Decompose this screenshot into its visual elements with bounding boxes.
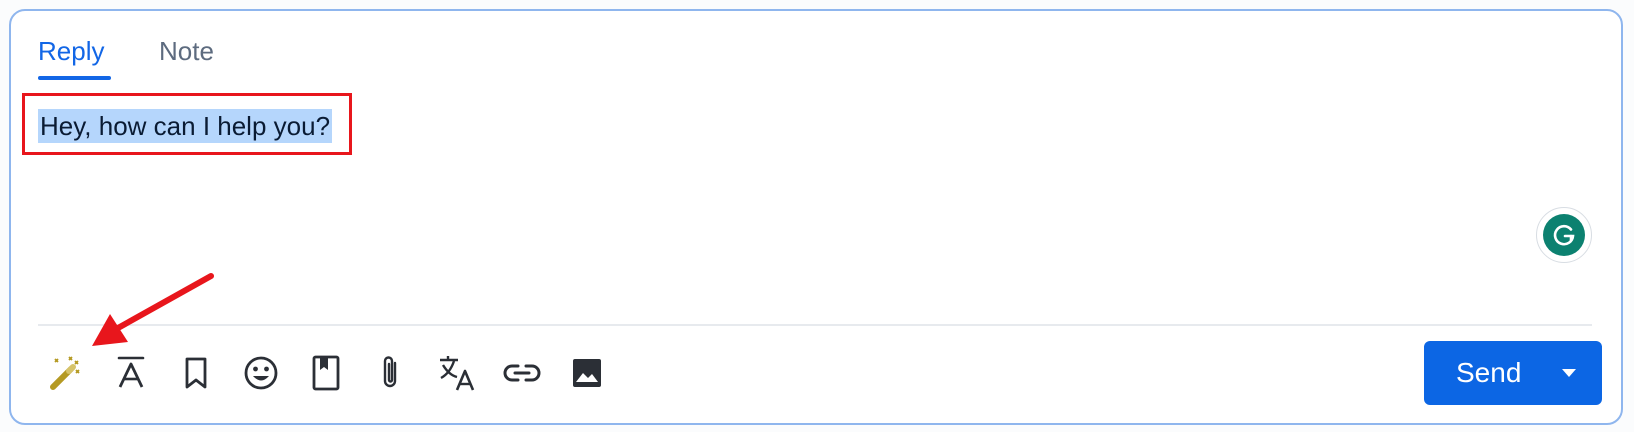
knowledge-base-icon[interactable] (304, 351, 348, 395)
emoji-icon[interactable] (239, 351, 283, 395)
toolbar-divider (38, 324, 1592, 326)
active-tab-indicator (38, 76, 111, 80)
bookmark-icon[interactable] (174, 351, 218, 395)
tab-note[interactable]: Note (159, 35, 214, 67)
image-icon[interactable] (565, 351, 609, 395)
tab-reply[interactable]: Reply (38, 35, 104, 67)
reply-composer: Reply Note Hey, how can I help you? Send (9, 9, 1623, 425)
send-button[interactable]: Send (1424, 341, 1602, 405)
chevron-down-icon[interactable] (1554, 361, 1584, 385)
grammarly-icon (1543, 214, 1585, 256)
text-format-icon[interactable] (109, 351, 153, 395)
translate-icon[interactable] (435, 351, 479, 395)
annotation-highlight-box (22, 93, 352, 155)
send-label: Send (1456, 357, 1522, 388)
attachment-icon[interactable] (369, 351, 413, 395)
magic-wand-icon[interactable] (43, 351, 87, 395)
link-icon[interactable] (500, 351, 544, 395)
grammarly-button[interactable] (1536, 207, 1592, 263)
